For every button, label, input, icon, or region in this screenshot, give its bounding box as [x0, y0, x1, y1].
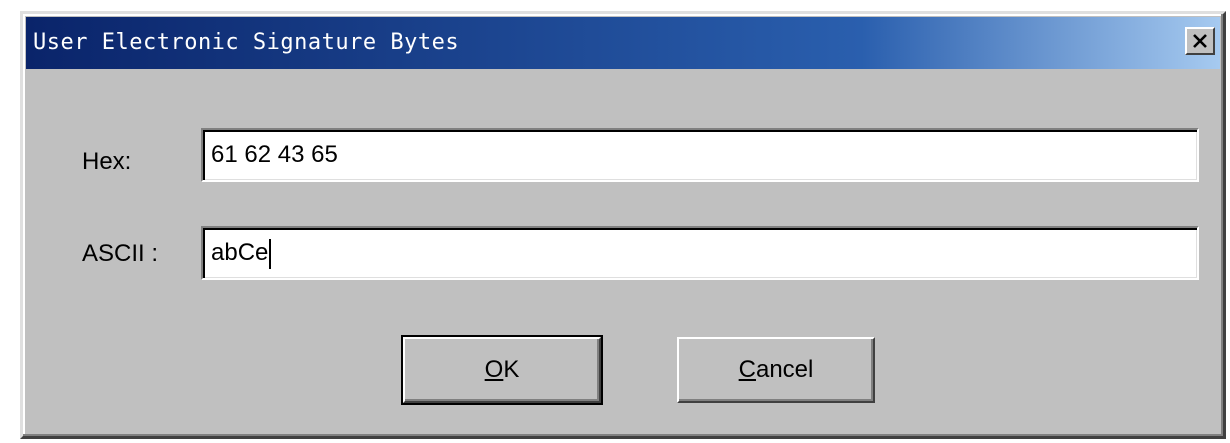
ok-button[interactable]: OK — [401, 335, 603, 405]
text-caret — [269, 238, 272, 269]
cancel-accelerator: C — [738, 356, 756, 383]
ok-label-rest: K — [503, 356, 520, 383]
hex-value: 61 62 43 65 — [211, 141, 338, 168]
ok-button-label: OK — [485, 356, 520, 384]
ok-accelerator: O — [484, 356, 504, 383]
hex-label: Hex: — [82, 148, 132, 175]
ascii-label: ASCII : — [82, 240, 159, 267]
close-x-icon — [1192, 34, 1208, 48]
dialog-title: User Electronic Signature Bytes — [33, 30, 460, 55]
ascii-input[interactable]: abCe — [201, 226, 1199, 280]
hex-input[interactable]: 61 62 43 65 — [201, 128, 1199, 182]
cancel-label-rest: ancel — [755, 356, 814, 383]
title-bar[interactable]: User Electronic Signature Bytes — [26, 17, 1220, 69]
cancel-button-label: Cancel — [739, 356, 814, 384]
cancel-button[interactable]: Cancel — [677, 337, 875, 403]
ascii-value: abCe — [211, 239, 269, 266]
close-button[interactable] — [1185, 27, 1215, 55]
ascii-value-wrap: abCe — [211, 228, 272, 278]
signature-bytes-dialog: User Electronic Signature Bytes Hex: 61 … — [20, 11, 1226, 439]
